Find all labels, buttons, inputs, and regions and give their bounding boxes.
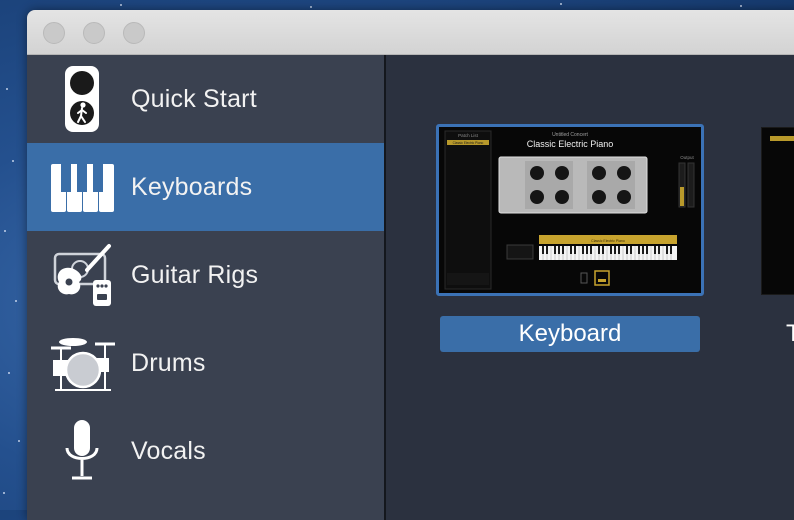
app-window: Quick Start Keyboards Guitar Rigs Drums … <box>27 10 794 520</box>
template-tile-keyboard[interactable]: Patch List Classic Electric Piano Untitl… <box>436 124 704 296</box>
sidebar-item-label: Guitar Rigs <box>131 261 259 289</box>
desktop-star <box>560 3 562 5</box>
patch-list-item: Classic Electric Piano <box>453 141 484 145</box>
traffic-light-icon <box>65 66 99 132</box>
sidebar-item-guitar-rigs[interactable]: Guitar Rigs <box>27 231 384 319</box>
piano-keys-icon <box>51 164 114 212</box>
desktop-star <box>18 440 20 442</box>
desktop-star <box>120 4 122 6</box>
title-bar[interactable] <box>27 10 794 55</box>
concert-title: Untitled Concert <box>552 132 588 138</box>
desktop-star <box>8 372 10 374</box>
close-window-button[interactable] <box>43 22 65 44</box>
desktop-star <box>15 300 17 302</box>
patch-list-label: Patch List <box>458 133 479 138</box>
sidebar-item-keyboards[interactable]: Keyboards <box>27 143 384 231</box>
keyboard-template-preview: Patch List Classic Electric Piano Untitl… <box>439 127 701 293</box>
guitar-amp-icon <box>53 244 111 306</box>
desktop-star <box>740 5 742 7</box>
sidebar-item-quick-start[interactable]: Quick Start <box>27 55 384 143</box>
keyboard-label: Classic Electric Piano <box>591 239 625 243</box>
sidebar-item-label: Quick Start <box>131 85 257 113</box>
sidebar-item-label: Drums <box>131 349 206 377</box>
zoom-window-button[interactable] <box>123 22 145 44</box>
desktop-star <box>3 492 5 494</box>
sidebar-item-label: Vocals <box>131 437 206 465</box>
desktop-star <box>4 230 6 232</box>
patch-title: Classic Electric Piano <box>527 139 614 149</box>
sidebar-item-vocals[interactable]: Vocals <box>27 407 384 495</box>
drum-kit-icon <box>51 338 115 391</box>
template-caption-next[interactable]: T <box>786 316 794 352</box>
template-tile-next[interactable] <box>761 127 794 295</box>
desktop-star <box>12 160 14 162</box>
desktop-star <box>6 88 8 90</box>
minimize-window-button[interactable] <box>83 22 105 44</box>
patch-list-highlight <box>770 136 794 141</box>
template-browser: Patch List Classic Electric Piano Untitl… <box>386 55 794 520</box>
template-caption-keyboard[interactable]: Keyboard <box>440 316 700 352</box>
sidebar-item-drums[interactable]: Drums <box>27 319 384 407</box>
output-label: Output <box>680 155 694 160</box>
category-sidebar: Quick Start Keyboards Guitar Rigs Drums … <box>27 55 386 520</box>
sidebar-item-label: Keyboards <box>131 173 253 201</box>
desktop-star <box>310 6 312 8</box>
microphone-icon <box>65 420 99 480</box>
